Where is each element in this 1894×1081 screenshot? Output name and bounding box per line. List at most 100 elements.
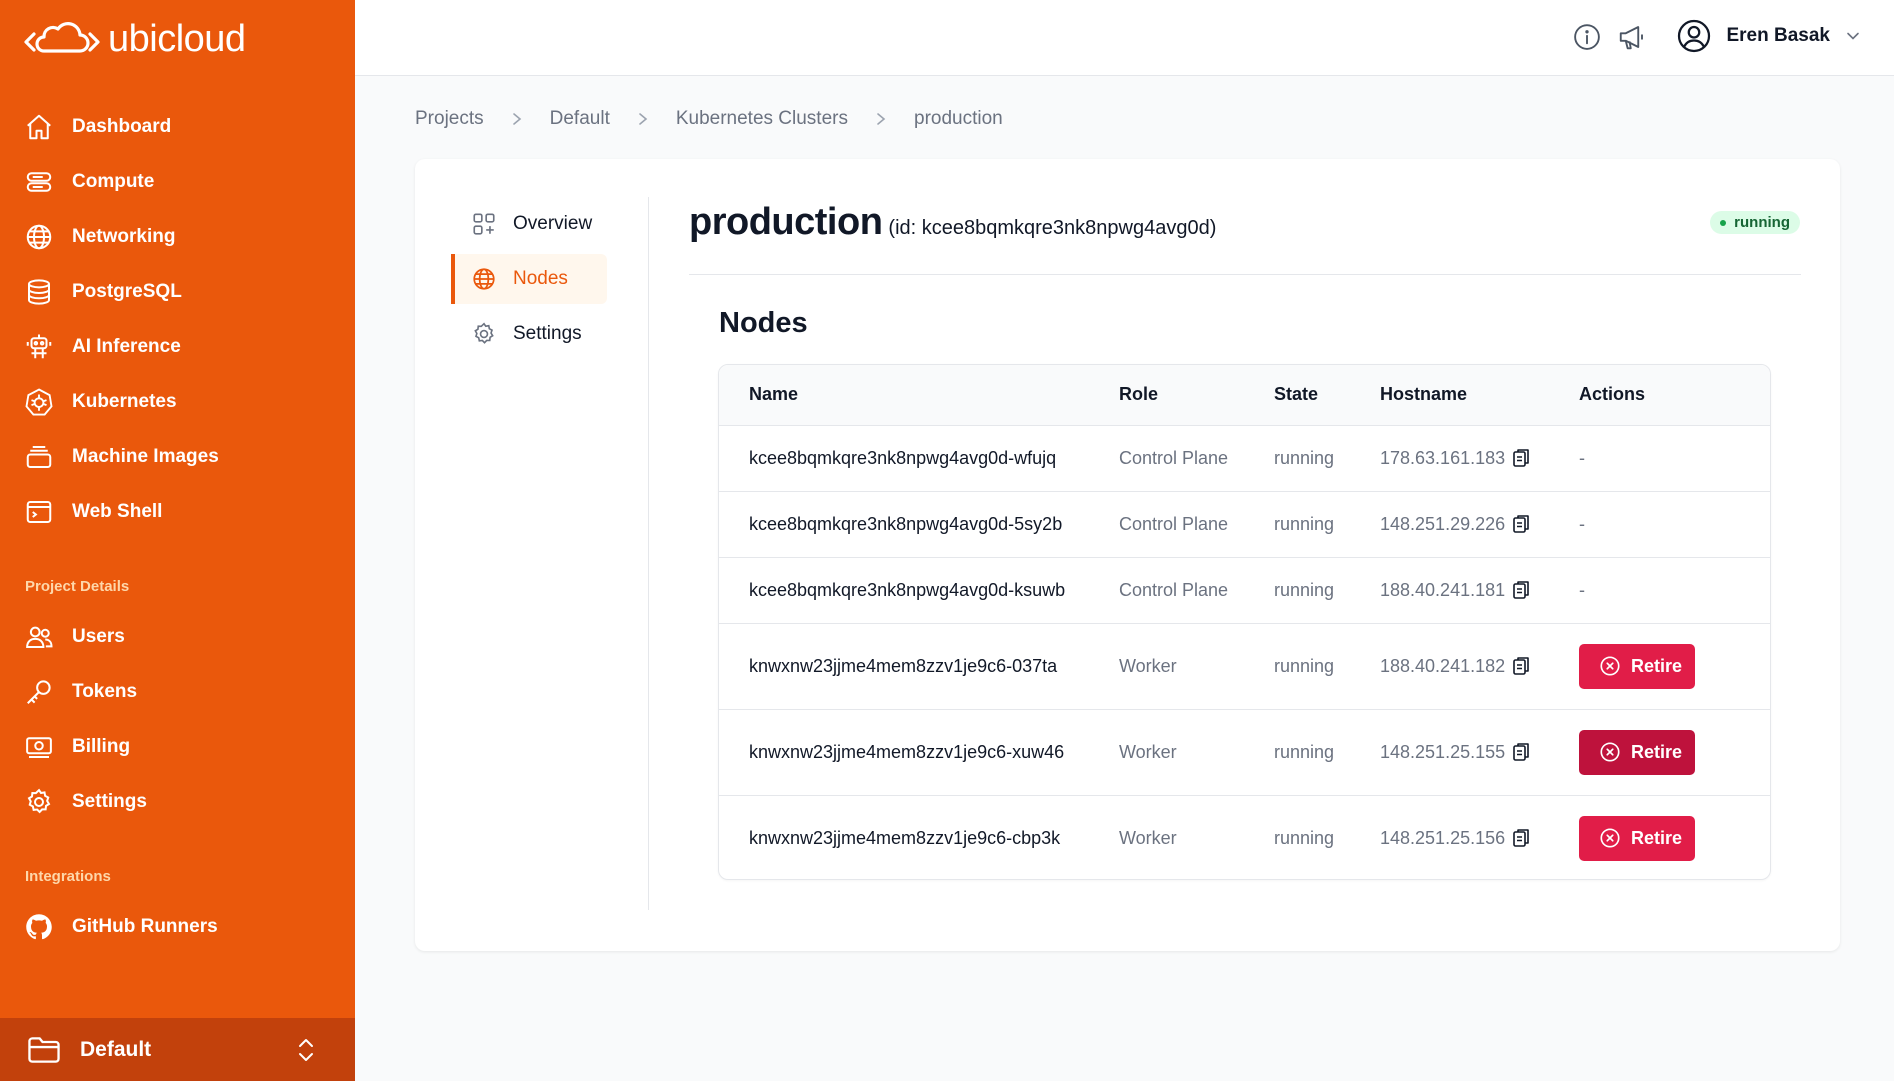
key-icon: [27, 680, 51, 704]
project-details-heading: Project Details: [25, 578, 130, 595]
sidebar-item-dashboard[interactable]: Dashboard: [24, 112, 171, 142]
server-icon: [26, 172, 52, 192]
subnav-label: Settings: [513, 323, 582, 344]
subnav-nodes[interactable]: Nodes: [451, 254, 607, 304]
sidebar-item-postgresql[interactable]: PostgreSQL: [24, 277, 182, 307]
node-hostname: 148.251.29.226: [1380, 513, 1506, 534]
node-hostname-cell: 148.251.29.226: [1380, 491, 1579, 557]
node-hostname: 178.63.161.183: [1380, 447, 1506, 468]
node-state: running: [1274, 579, 1335, 600]
sidebar-item-web-shell[interactable]: Web Shell: [24, 497, 162, 527]
sidebar-item-users[interactable]: Users: [24, 622, 125, 652]
subnav-label: Nodes: [513, 268, 568, 289]
column-header-state: State: [1274, 384, 1319, 405]
node-role: Control Plane: [1119, 513, 1229, 534]
retire-button[interactable]: Retire: [1579, 815, 1695, 861]
sidebar-item-settings[interactable]: Settings: [24, 787, 147, 817]
retire-button-label: Retire: [1631, 827, 1683, 848]
x-circle-icon: [1600, 656, 1620, 676]
info-icon[interactable]: [1572, 22, 1602, 52]
node-state: running: [1274, 513, 1335, 534]
subnav-settings[interactable]: Settings: [455, 309, 607, 359]
sidebar-item-compute[interactable]: Compute: [24, 167, 154, 197]
node-action-cell: Retire: [1579, 623, 1770, 709]
gear-icon: [27, 788, 51, 814]
breadcrumb-projects[interactable]: Projects: [415, 108, 484, 130]
node-state: running: [1274, 827, 1335, 848]
node-action: -: [1579, 579, 1585, 600]
node-hostname-cell: 178.63.161.183: [1380, 425, 1579, 491]
folder-icon: [28, 1036, 60, 1063]
sidebar-item-kubernetes[interactable]: Kubernetes: [24, 387, 177, 417]
project-switcher-label: Default: [80, 1037, 152, 1061]
database-icon: [28, 279, 50, 305]
sidebar-item-machine-images[interactable]: Machine Images: [24, 442, 219, 472]
sidebar-item-ai-inference[interactable]: AI Inference: [24, 332, 181, 362]
sidebar-item-label: GitHub Runners: [72, 916, 218, 937]
user-circle-icon: [1678, 19, 1711, 53]
breadcrumb-default[interactable]: Default: [550, 108, 610, 130]
node-action-cell: Retire: [1579, 795, 1770, 879]
status-dot-icon: [1720, 219, 1727, 226]
subnav-overview[interactable]: Overview: [455, 199, 607, 249]
github-icon: [26, 914, 52, 940]
x-circle-icon: [1600, 742, 1620, 762]
user-menu[interactable]: Eren Basak: [1676, 18, 1862, 54]
node-name: knwxnw23jjme4mem8zzv1je9c6-cbp3k: [749, 827, 1061, 848]
retire-button-label: Retire: [1631, 741, 1683, 762]
cluster-header: production (id: kcee8bqmkqre3nk8npwg4avg…: [689, 201, 1216, 244]
retire-button[interactable]: Retire: [1579, 643, 1695, 689]
sidebar-item-label: Compute: [72, 171, 155, 192]
section-title: Nodes: [719, 307, 808, 339]
node-role: Worker: [1119, 655, 1177, 676]
node-hostname-cell: 188.40.241.182: [1380, 623, 1579, 709]
node-hostname-cell: 148.251.25.155: [1380, 709, 1579, 795]
node-hostname: 188.40.241.181: [1380, 579, 1506, 600]
sidebar-item-label: Billing: [72, 736, 131, 757]
terminal-icon: [26, 501, 52, 523]
breadcrumb: Projects Default Kubernetes Clusters pro…: [415, 108, 1003, 130]
copy-icon[interactable]: [1511, 655, 1531, 677]
column-header-hostname: Hostname: [1380, 384, 1468, 405]
ubicloud-logo[interactable]: ubicloud: [24, 18, 246, 61]
node-action: -: [1579, 447, 1585, 468]
sidebar-item-label: Settings: [72, 791, 147, 812]
node-name: knwxnw23jjme4mem8zzv1je9c6-037ta: [749, 655, 1058, 676]
sidebar-item-label: Dashboard: [72, 116, 172, 137]
retire-button[interactable]: Retire: [1579, 729, 1695, 775]
chevron-up-down-icon: [299, 1039, 313, 1061]
project-switcher[interactable]: Default: [0, 1018, 355, 1081]
column-header-name: Name: [749, 384, 799, 405]
copy-icon[interactable]: [1511, 513, 1531, 535]
stack-icon: [26, 446, 52, 468]
breadcrumb-production[interactable]: production: [914, 108, 1003, 130]
sidebar-item-tokens[interactable]: Tokens: [24, 677, 137, 707]
sidebar-item-github-runners[interactable]: GitHub Runners: [24, 912, 218, 942]
sidebar-item-networking[interactable]: Networking: [24, 222, 175, 252]
node-action-cell: Retire: [1579, 709, 1770, 795]
copy-icon[interactable]: [1511, 741, 1531, 763]
breadcrumb-kubernetes-clusters[interactable]: Kubernetes Clusters: [676, 108, 848, 130]
node-name: kcee8bqmkqre3nk8npwg4avg0d-wfujq: [749, 447, 1057, 468]
banknote-icon: [26, 737, 52, 758]
copy-icon[interactable]: [1511, 447, 1531, 469]
node-hostname: 188.40.241.182: [1380, 655, 1506, 676]
table-row: knwxnw23jjme4mem8zzv1je9c6-xuw46 Worker …: [719, 709, 1770, 795]
topbar: Eren Basak: [355, 0, 1894, 76]
cluster-detail-card: Overview Nodes Settings production (id: …: [415, 159, 1840, 951]
nodes-table: Name Role State Hostname Actions kcee8bq…: [718, 364, 1771, 880]
table-row: kcee8bqmkqre3nk8npwg4avg0d-ksuwb Control…: [719, 557, 1770, 623]
copy-icon[interactable]: [1511, 579, 1531, 601]
node-name: kcee8bqmkqre3nk8npwg4avg0d-ksuwb: [749, 579, 1066, 600]
table-row: knwxnw23jjme4mem8zzv1je9c6-cbp3k Worker …: [719, 795, 1770, 879]
page-title: production: [689, 201, 883, 243]
node-role: Worker: [1119, 827, 1177, 848]
megaphone-icon[interactable]: [1617, 22, 1647, 52]
integrations-heading: Integrations: [25, 868, 111, 885]
sidebar: ubicloud Dashboard Compute Networking Po…: [0, 0, 355, 1081]
column-header-role: Role: [1119, 384, 1159, 405]
copy-icon[interactable]: [1511, 827, 1531, 849]
node-hostname: 148.251.25.156: [1380, 827, 1506, 848]
table-row: knwxnw23jjme4mem8zzv1je9c6-037ta Worker …: [719, 623, 1770, 709]
sidebar-item-billing[interactable]: Billing: [24, 732, 130, 762]
